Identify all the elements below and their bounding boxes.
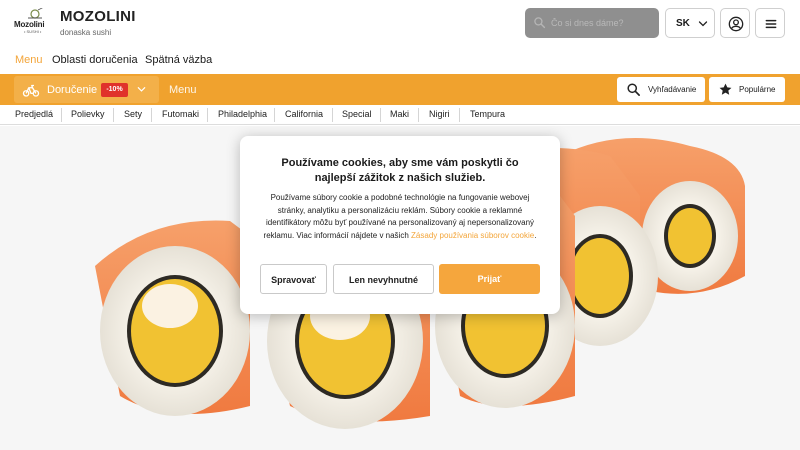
search-input[interactable] [551,16,655,30]
order-bar: Doručenie -10% Menu Vyhľadávanie Populár… [0,74,800,105]
cookie-policy-link[interactable]: Zásady používania súborov cookie [411,231,534,240]
search-icon [627,83,640,96]
divider [459,108,460,122]
popular-button[interactable]: Populárne [709,77,785,102]
logo-text: Mozolini [14,20,45,29]
hamburger-icon [765,19,777,29]
brand-name: MOZOLINI [60,8,136,25]
category-tab[interactable]: California [285,109,323,119]
language-code: SK [676,18,690,29]
divider [207,108,208,122]
category-tab[interactable]: Polievky [71,109,105,119]
manage-cookies-button[interactable]: Spravovať [260,264,327,294]
category-tab[interactable]: Tempura [470,109,505,119]
site-header: Mozolini • SUSHI • MOZOLINI donaska sush… [0,0,800,48]
header-search[interactable] [525,8,659,38]
delivery-selector[interactable]: Doručenie -10% [14,76,159,103]
nav-item-feedback[interactable]: Spätná väzba [145,54,212,66]
divider [274,108,275,122]
cookie-consent-dialog: Používame cookies, aby sme vám poskytli … [240,136,560,314]
category-tab[interactable]: Sety [124,109,142,119]
star-icon [719,83,732,95]
cookie-dialog-title: Používame cookies, aby sme vám poskytli … [281,157,519,184]
nav-item-menu[interactable]: Menu [15,54,43,66]
menu-label: Menu [169,84,197,96]
divider [418,108,419,122]
nav-item-delivery-areas[interactable]: Oblasti doručenia [52,54,138,66]
divider [380,108,381,122]
hamburger-menu-button[interactable] [755,8,785,38]
category-tab[interactable]: Futomaki [162,109,199,119]
category-tab[interactable]: Special [342,109,372,119]
user-icon [728,16,744,32]
search-button[interactable]: Vyhľadávanie [617,77,705,102]
category-tab[interactable]: Nigiri [429,109,450,119]
category-tab[interactable]: Predjedlá [15,109,53,119]
category-tab[interactable]: Maki [390,109,409,119]
divider [61,108,62,122]
delivery-bike-icon [22,84,40,97]
cookie-body-end: . [534,230,537,240]
account-button[interactable] [720,8,750,38]
chevron-down-icon [137,87,146,92]
search-icon [534,17,546,29]
divider [332,108,333,122]
necessary-only-button[interactable]: Len nevyhnutné [333,264,434,294]
brand-tagline: donaska sushi [60,28,112,37]
delivery-label: Doručenie [47,84,98,96]
popular-button-label: Populárne [739,85,776,94]
divider [151,108,152,122]
logo-subtext: • SUSHI • [24,29,42,34]
chevron-down-icon [698,21,708,27]
cookie-dialog-body: Používame súbory cookie a podobné techno… [260,192,540,242]
search-button-label: Vyhľadávanie [648,85,697,94]
discount-badge: -10% [101,83,128,97]
language-selector[interactable]: SK [665,8,715,38]
logo[interactable]: Mozolini • SUSHI • [14,6,52,38]
category-tab[interactable]: Philadelphia [218,109,267,119]
accept-cookies-button[interactable]: Prijať [439,264,540,294]
category-tabs: Predjedlá Polievky Sety Futomaki Philade… [0,105,800,125]
divider [113,108,114,122]
